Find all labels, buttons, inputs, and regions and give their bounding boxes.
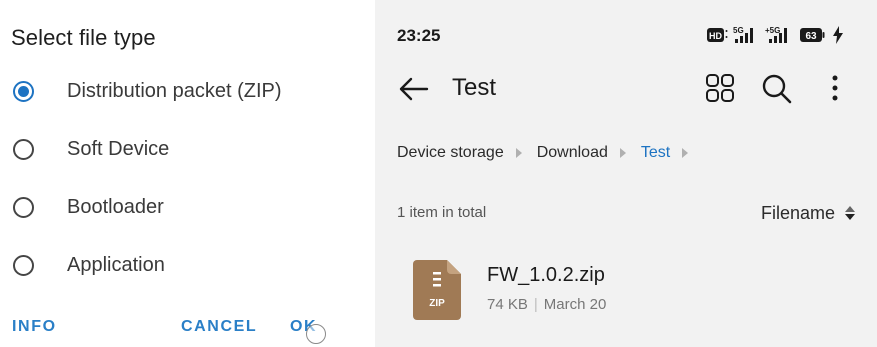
option-label: Application — [67, 253, 165, 276]
hd-voice-icon: HD — [707, 28, 728, 42]
more-vert-icon[interactable] — [830, 74, 840, 102]
file-manager-header: Test — [375, 64, 877, 114]
option-label: Bootloader — [67, 195, 164, 218]
file-list-item[interactable]: ZIP FW_1.0.2.zip 74 KB | March 20 — [375, 250, 877, 330]
file-size: 74 KB — [487, 296, 528, 313]
option-application[interactable]: Application — [0, 243, 375, 287]
breadcrumb-download[interactable]: Download — [537, 144, 608, 162]
file-date: March 20 — [543, 296, 607, 313]
select-file-type-dialog: Select file type Distribution packet (ZI… — [0, 0, 375, 347]
breadcrumb-device-storage[interactable]: Device storage — [397, 144, 504, 162]
hd-badge-text: HD — [709, 31, 722, 41]
breadcrumb-separator-icon — [682, 148, 689, 158]
network-label-2: +5G — [765, 26, 780, 35]
battery-icon: 63 — [800, 28, 825, 42]
option-soft-device[interactable]: Soft Device — [0, 127, 375, 171]
screen: Select file type Distribution packet (ZI… — [0, 0, 877, 347]
breadcrumb-test[interactable]: Test — [641, 144, 670, 162]
meta-separator: | — [533, 296, 538, 313]
file-name: FW_1.0.2.zip — [487, 264, 605, 286]
sort-label: Filename — [760, 202, 835, 223]
grid-view-icon[interactable] — [705, 73, 735, 103]
charging-bolt-icon — [833, 26, 843, 44]
option-bootloader[interactable]: Bootloader — [0, 185, 375, 229]
breadcrumb-separator-icon — [619, 148, 626, 158]
option-distribution-packet-zip[interactable]: Distribution packet (ZIP) — [0, 69, 375, 113]
zip-type-label: ZIP — [429, 298, 445, 309]
network-label-1: 5G — [733, 26, 744, 35]
signal-5g-icon: 5G — [733, 26, 753, 43]
dialog-title: Select file type — [11, 25, 156, 50]
breadcrumb-separator-icon — [515, 148, 522, 158]
folder-title: Test — [452, 74, 497, 101]
radio-unselected-icon[interactable] — [13, 254, 34, 276]
status-time: 23:25 — [397, 26, 441, 45]
breadcrumb: Device storage Download Test — [397, 142, 703, 164]
zip-file-icon: ZIP — [413, 260, 461, 320]
search-icon[interactable] — [761, 73, 793, 105]
touch-indicator — [306, 324, 326, 344]
battery-level: 63 — [805, 31, 817, 42]
info-button[interactable]: INFO — [12, 318, 57, 336]
item-count: 1 item in total — [397, 204, 487, 221]
sort-arrows-icon — [845, 206, 855, 220]
signal-5g-plus-icon: +5G — [765, 26, 787, 43]
back-arrow-icon[interactable] — [399, 76, 429, 102]
cancel-button[interactable]: CANCEL — [181, 318, 257, 336]
option-label: Distribution packet (ZIP) — [67, 79, 282, 102]
status-icons: HD 5G +5G 63 — [707, 24, 843, 46]
sort-button[interactable]: Filename — [761, 201, 855, 225]
file-meta: 74 KB | March 20 — [487, 296, 606, 313]
radio-unselected-icon[interactable] — [13, 196, 34, 218]
option-label: Soft Device — [67, 137, 170, 160]
radio-selected-icon[interactable] — [13, 80, 34, 102]
radio-unselected-icon[interactable] — [13, 138, 34, 160]
file-manager-screen: 23:25 HD 5G +5G 63 Test Device storage D… — [375, 0, 877, 347]
